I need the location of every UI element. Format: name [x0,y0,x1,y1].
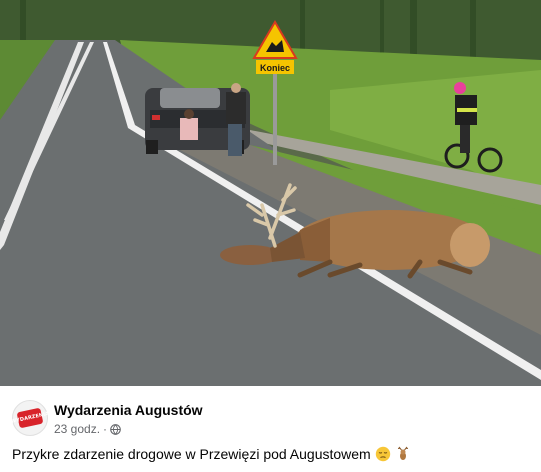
page-name-link[interactable]: Wydarzenia Augustów [54,402,203,418]
post-meta: 23 godz. · [54,422,121,436]
avatar-logo-text: WYDARZENIA [10,411,50,425]
sign-text: Koniec [260,63,290,73]
facebook-post: Koniec WYDARZENIA Wydarzenia Augustów 23… [0,0,541,472]
post-photo[interactable]: Koniec [0,0,541,386]
globe-icon[interactable] [110,423,121,435]
meta-separator: · [103,422,108,436]
caption-text: Przykre zdarzenie drogowe w Przewięzi po… [12,446,371,462]
avatar-logo: WYDARZENIA [10,407,50,429]
road-scene-image: Koniec [0,0,541,386]
pensive-face-icon [375,446,390,462]
page-avatar[interactable]: WYDARZENIA [10,400,50,436]
post-timestamp[interactable]: 23 godz. [54,422,100,436]
post-caption: Przykre zdarzenie drogowe w Przewięzi po… [12,446,411,462]
deer-icon [397,446,408,460]
